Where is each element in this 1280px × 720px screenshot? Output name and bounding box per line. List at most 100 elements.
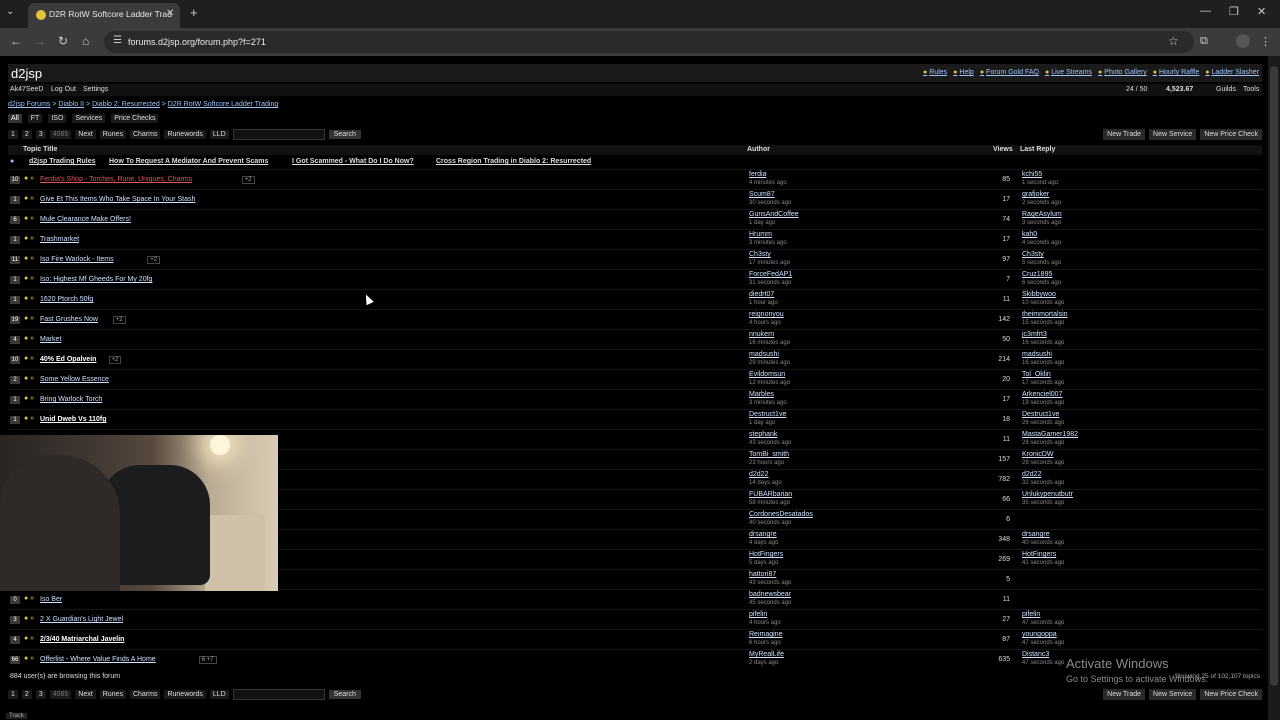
last-reply-link[interactable]: youngoppa — [1022, 631, 1057, 638]
runewords-link[interactable]: Runewords — [164, 690, 206, 699]
minimize-icon[interactable]: — — [1200, 5, 1211, 17]
page-last[interactable]: 4085 — [49, 690, 72, 699]
search-input[interactable] — [232, 129, 325, 140]
forward-icon[interactable]: → — [34, 34, 46, 48]
tab-search-icon[interactable]: ⌄ — [6, 6, 14, 17]
sticky-mediator[interactable]: How To Request A Mediator And Prevent Sc… — [109, 158, 268, 165]
topic-title-link[interactable]: Iso Ber — [40, 596, 62, 603]
last-reply-link[interactable]: Unlukypenutbutr — [1022, 491, 1073, 498]
topic-title-link[interactable]: Unid Dweb Vs 110fg — [40, 416, 107, 423]
topic-pages[interactable]: +2 — [241, 176, 255, 184]
author-link[interactable]: drsangre — [749, 531, 777, 538]
last-reply-link[interactable]: KronicDW — [1022, 451, 1054, 458]
topic-title-link[interactable]: 1620 Ptorch 50fg — [40, 296, 93, 303]
breadcrumb-forums[interactable]: d2jsp Forums — [8, 101, 50, 108]
sticky-scammed[interactable]: I Got Scammed - What Do I Do Now? — [292, 158, 414, 165]
new-trade-button[interactable]: New Trade — [1103, 129, 1146, 140]
close-tab-icon[interactable]: ✕ — [166, 8, 174, 19]
logout-link[interactable]: Log Out — [51, 86, 76, 93]
last-reply-link[interactable]: Distanc3 — [1022, 651, 1049, 658]
page-scrollbar[interactable] — [1268, 56, 1280, 720]
last-reply-link[interactable]: HotFingers — [1022, 551, 1056, 558]
topic-title-link[interactable]: Some Yellow Essence — [40, 376, 109, 383]
breadcrumb-d2r[interactable]: Diablo 2: Resurrected — [92, 101, 160, 108]
topic-title-link[interactable]: Give Et This Items Who Take Space In You… — [40, 196, 195, 203]
charms-link[interactable]: Charms — [129, 130, 161, 139]
username-link[interactable]: Ak47SeeD — [10, 86, 43, 93]
guilds-link[interactable]: Guilds — [1216, 86, 1236, 93]
author-link[interactable]: d2d22 — [749, 471, 768, 478]
browser-tab[interactable]: D2R RotW Softcore Ladder Trad ✕ — [28, 3, 180, 28]
topic-pages[interactable]: 6 +7 — [198, 656, 217, 664]
maximize-icon[interactable]: ❐ — [1229, 5, 1239, 18]
sticky-cross-region[interactable]: Cross Region Trading in Diablo 2: Resurr… — [436, 158, 591, 165]
author-link[interactable]: Reimagine — [749, 631, 782, 638]
last-reply-link[interactable]: madsushi — [1022, 351, 1052, 358]
site-info-icon[interactable]: ☰ — [113, 35, 122, 46]
last-reply-link[interactable]: pifelin — [1022, 611, 1040, 618]
close-window-icon[interactable]: ✕ — [1257, 5, 1266, 18]
menu-icon[interactable]: ⋮ — [1260, 35, 1271, 48]
search-input[interactable] — [232, 689, 325, 700]
last-reply-link[interactable]: MastaGamer1982 — [1022, 431, 1078, 438]
last-reply-link[interactable]: d2d22 — [1022, 471, 1041, 478]
next-page[interactable]: Next — [75, 130, 96, 139]
author-link[interactable]: FUBARbarian — [749, 491, 792, 498]
last-reply-link[interactable]: Cruz1895 — [1022, 271, 1052, 278]
runes-link[interactable]: Runes — [99, 690, 126, 699]
top-link-ladder-slasher[interactable]: ● Ladder Slasher — [1205, 69, 1259, 76]
author-link[interactable]: Hrumm — [749, 231, 772, 238]
search-button[interactable]: Search — [328, 130, 361, 139]
page-1[interactable]: 1 — [8, 690, 18, 699]
bookmark-star-icon[interactable]: ☆ — [1168, 34, 1179, 48]
top-link-gold-faq[interactable]: ● Forum Gold FAQ — [980, 69, 1039, 76]
next-page[interactable]: Next — [75, 690, 96, 699]
track-button[interactable]: Track — [6, 713, 27, 719]
page-2[interactable]: 2 — [21, 690, 32, 699]
topic-pages[interactable]: +2 — [112, 316, 126, 324]
last-reply-link[interactable]: RageAsylum — [1022, 211, 1062, 218]
page-3[interactable]: 3 — [35, 690, 46, 699]
topic-title-link[interactable]: 2 X Guardian's Light Jewel — [40, 616, 123, 623]
page-2[interactable]: 2 — [21, 130, 32, 139]
reload-icon[interactable]: ↻ — [58, 34, 68, 48]
breadcrumb-diablo2[interactable]: Diablo II — [58, 101, 84, 108]
topic-title-link[interactable]: Mule Clearance Make Offers! — [40, 216, 131, 223]
author-link[interactable]: diedrt07 — [749, 291, 774, 298]
search-button[interactable]: Search — [328, 690, 361, 699]
new-price-check-button[interactable]: New Price Check — [1200, 129, 1262, 140]
author-link[interactable]: Marbles — [749, 391, 774, 398]
last-reply-link[interactable]: Arkenciel007 — [1022, 391, 1062, 398]
pm-counter[interactable]: 24 / 50 — [1126, 86, 1147, 93]
author-link[interactable]: GunsAndCoffee — [749, 211, 799, 218]
breadcrumb-current[interactable]: D2R RotW Softcore Ladder Trading — [168, 101, 279, 108]
topic-title-link[interactable]: 40% Ed Opalvein — [40, 356, 96, 363]
filter-price-checks[interactable]: Price Checks — [111, 114, 159, 123]
home-icon[interactable]: ⌂ — [82, 34, 89, 48]
sticky-trading-rules[interactable]: d2jsp Trading Rules — [29, 158, 96, 165]
author-link[interactable]: ForceFedAP1 — [749, 271, 792, 278]
last-reply-link[interactable]: Ch3sty — [1022, 251, 1044, 258]
filter-services[interactable]: Services — [72, 114, 106, 123]
new-service-button[interactable]: New Service — [1149, 689, 1197, 700]
last-reply-link[interactable]: grafjoker — [1022, 191, 1049, 198]
author-link[interactable]: Scum87 — [749, 191, 775, 198]
filter-all[interactable]: All — [8, 114, 22, 123]
page-last[interactable]: 4085 — [49, 130, 72, 139]
author-link[interactable]: pifelin — [749, 611, 767, 618]
topic-title-link[interactable]: Market — [40, 336, 61, 343]
filter-ft[interactable]: FT — [27, 114, 43, 123]
last-reply-link[interactable]: kchi55 — [1022, 171, 1042, 178]
topic-title-link[interactable]: Trashmarket — [40, 236, 79, 243]
address-bar[interactable]: ☰ forums.d2jsp.org/forum.php?f=271 ☆ — [104, 31, 1194, 53]
scrollbar-thumb[interactable] — [1270, 66, 1278, 686]
back-icon[interactable]: ← — [10, 34, 22, 48]
runewords-link[interactable]: Runewords — [164, 130, 206, 139]
author-link[interactable]: Destruct1ve — [749, 411, 786, 418]
author-link[interactable]: MyRealLife — [749, 651, 784, 658]
profile-avatar[interactable] — [1236, 34, 1250, 48]
page-3[interactable]: 3 — [35, 130, 46, 139]
author-link[interactable]: Evildomsun — [749, 371, 785, 378]
new-service-button[interactable]: New Service — [1149, 129, 1197, 140]
runes-link[interactable]: Runes — [99, 130, 126, 139]
